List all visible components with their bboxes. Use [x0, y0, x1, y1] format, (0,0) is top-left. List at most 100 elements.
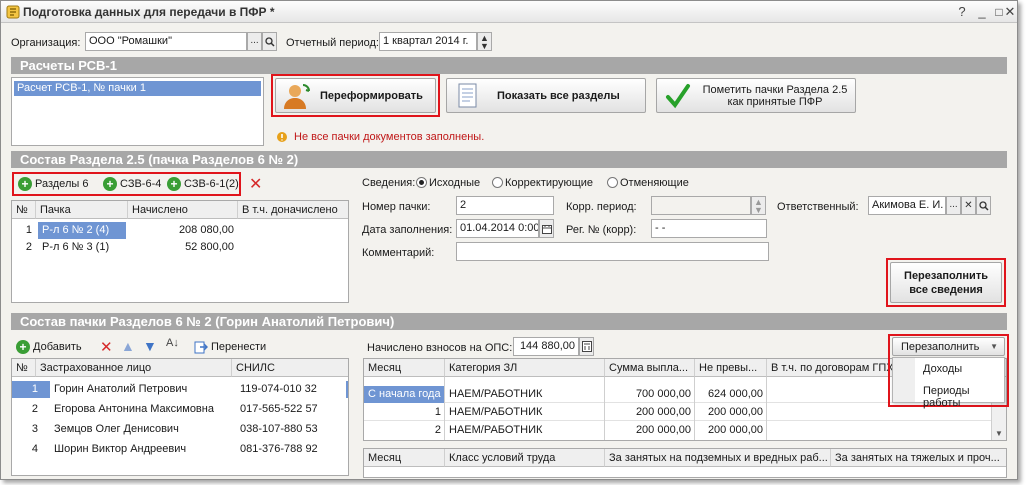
close-icon[interactable]: ✕ [1001, 4, 1017, 20]
income-row-category: НАЕМ/РАБОТНИК [449, 424, 543, 436]
calendar-icon[interactable] [539, 219, 554, 238]
show-all-sections-label: Показать все разделы [497, 90, 620, 102]
table-row-content[interactable]: Горин Анатолий Петрович 119-074-010 32 [42, 381, 348, 398]
add-button-label: Добавить [33, 341, 82, 353]
income-row-month: 1 [434, 406, 441, 418]
plus-icon: + [18, 177, 32, 191]
org-label: Организация: [11, 37, 81, 49]
income-row-limit: 200 000,00 [707, 424, 763, 436]
tab-szv61[interactable]: + СЗВ-6-1(2) [167, 175, 239, 193]
scroll-down-icon[interactable]: ▼ [995, 429, 1003, 438]
income-row-category: НАЕМ/РАБОТНИК [449, 388, 543, 400]
responsible-select-button[interactable]: ... [946, 196, 961, 215]
packs-row-accrued: 208 080,00 [178, 224, 234, 236]
fill-date-field[interactable]: 01.04.2014 0:00 [456, 219, 539, 238]
move-button[interactable]: Перенести [194, 338, 266, 356]
refill-all-button[interactable]: Перезаполнить все сведения [890, 262, 1002, 303]
table-row[interactable]: 2 НАЕМ/РАБОТНИК 200 000,00 200 000,00 [364, 422, 1006, 439]
income-col-sum: Сумма выпла... [605, 359, 695, 377]
pack-number-field[interactable]: 2 [456, 196, 554, 215]
warning-icon [277, 132, 287, 142]
reform-button[interactable]: Переформировать [275, 78, 436, 113]
persons-row-n: 1 [31, 383, 38, 395]
persons-col-name: Застрахованное лицо [36, 359, 232, 377]
move-up-icon[interactable]: ▲ [121, 338, 135, 354]
delete-row-icon[interactable]: ✕ [100, 338, 113, 356]
menu-item-income[interactable]: Доходы [923, 363, 962, 375]
show-all-sections-button[interactable]: Показать все разделы [446, 78, 646, 113]
org-select-button[interactable]: ... [247, 32, 262, 51]
corr-period-label: Корр. период: [566, 201, 637, 213]
income-col-category: Категория ЗЛ [445, 359, 605, 377]
delete-icon[interactable]: ✕ [249, 174, 262, 194]
period-field[interactable]: 1 квартал 2014 г. [379, 32, 477, 51]
work-col-heavy: За занятых на тяжелых и проч... [831, 449, 1006, 467]
add-button[interactable]: + Добавить [16, 338, 82, 356]
corr-period-field[interactable] [651, 196, 751, 215]
help-icon[interactable]: ? [953, 4, 971, 20]
tab-szv64[interactable]: + СЗВ-6-4 [103, 175, 161, 193]
period-spinner[interactable]: ▲ ▼ [477, 32, 492, 51]
rsv-list[interactable]: Расчет РСВ-1, № пачки 1 [11, 77, 264, 146]
plus-icon: + [16, 340, 30, 354]
table-row[interactable]: 2 Р-л 6 № 3 (1) 52 800,00 [12, 239, 348, 256]
radio-original-label: Исходные [429, 177, 481, 189]
tab-r6[interactable]: + Разделы 6 [18, 175, 88, 193]
radio-cancel-label: Отменяющие [620, 177, 689, 189]
responsible-field[interactable]: Акимова Е. И. [868, 196, 946, 215]
radio-off-icon [492, 177, 503, 188]
packs-col-extra: В т.ч. доначислено [238, 201, 348, 219]
persons-grid[interactable]: № Застрахованное лицо СНИЛС 1 Горин Анат… [11, 358, 349, 476]
packs-grid[interactable]: № Пачка Начислено В т.ч. доначислено 1 Р… [11, 200, 349, 303]
work-periods-grid[interactable]: Месяц Класс условий труда За занятых на … [363, 448, 1007, 478]
document-icon [458, 83, 477, 108]
ops-calculator-icon[interactable] [579, 337, 594, 356]
ops-field[interactable]: 144 880,00 [513, 337, 579, 356]
comment-field[interactable] [456, 242, 769, 261]
packs-row-pack: Р-л 6 № 3 (1) [42, 241, 110, 253]
rsv-section-header: Расчеты РСВ-1 [11, 57, 1007, 74]
plus-icon: + [103, 177, 117, 191]
work-col-class: Класс условий труда [445, 449, 605, 467]
responsible-clear-icon[interactable]: ✕ [961, 196, 976, 215]
persons-row-name: Горин Анатолий Петрович [50, 381, 236, 398]
radio-corrective-label: Корректирующие [505, 177, 594, 189]
radio-corrective[interactable]: Корректирующие [492, 177, 593, 189]
rsv-list-item[interactable]: Расчет РСВ-1, № пачки 1 [14, 81, 261, 96]
minimize-icon[interactable]: _ [973, 4, 991, 20]
move-down-icon[interactable]: ▼ [143, 338, 157, 354]
persons-row-n: 4 [31, 443, 38, 455]
table-row[interactable]: 4 Шорин Виктор Андреевич 081-376-788 92 [12, 441, 348, 458]
pack-number-label: Номер пачки: [362, 201, 431, 213]
tab-szv61-label: СЗВ-6-1(2) [184, 178, 239, 190]
org-field[interactable]: ООО "Ромашки" [85, 32, 247, 51]
ops-label: Начислено взносов на ОПС: [367, 342, 513, 354]
main-window: Подготовка данных для передачи в ПФР * ?… [0, 0, 1018, 480]
persons-row-snils: 017-565-522 57 [240, 403, 318, 415]
radio-off-icon [607, 177, 618, 188]
menu-item-work-periods[interactable]: Периоды работы [923, 385, 1004, 409]
table-row[interactable]: 1 Р-л 6 № 2 (4) 208 080,00 [12, 222, 348, 239]
sort-icon[interactable]: A↓ [166, 337, 179, 349]
table-row[interactable]: 2 Егорова Антонина Максимовна 017-565-52… [12, 401, 348, 418]
app-icon [6, 5, 20, 19]
persons-row-n: 3 [31, 423, 38, 435]
income-row-sum: 700 000,00 [635, 388, 691, 400]
packs-row-n: 1 [25, 224, 32, 236]
persons-row-snils: 119-074-010 32 [236, 381, 346, 398]
responsible-label: Ответственный: [777, 201, 859, 213]
mark-accepted-button[interactable]: Пометить пачки Раздела 2.5 как принятые … [656, 78, 856, 113]
org-search-icon[interactable] [262, 32, 277, 51]
responsible-search-icon[interactable] [976, 196, 991, 215]
radio-cancel[interactable]: Отменяющие [607, 177, 689, 189]
radio-original[interactable]: Исходные [416, 177, 480, 189]
persons-row-name: Земцов Олег Денисович [54, 423, 179, 435]
refill-dropdown-button[interactable]: Перезаполнить ▼ [892, 337, 1005, 356]
corr-period-spinner[interactable]: ▲ ▼ [751, 196, 766, 215]
window-title: Подготовка данных для передачи в ПФР * [23, 5, 275, 19]
reg-number-field[interactable]: - - [651, 219, 767, 238]
refill-dropdown-label: Перезаполнить [901, 341, 980, 353]
tab-r6-label: Разделы 6 [35, 178, 89, 190]
packs-col-accrued: Начислено [128, 201, 238, 219]
table-row[interactable]: 3 Земцов Олег Денисович 038-107-880 53 [12, 421, 348, 438]
